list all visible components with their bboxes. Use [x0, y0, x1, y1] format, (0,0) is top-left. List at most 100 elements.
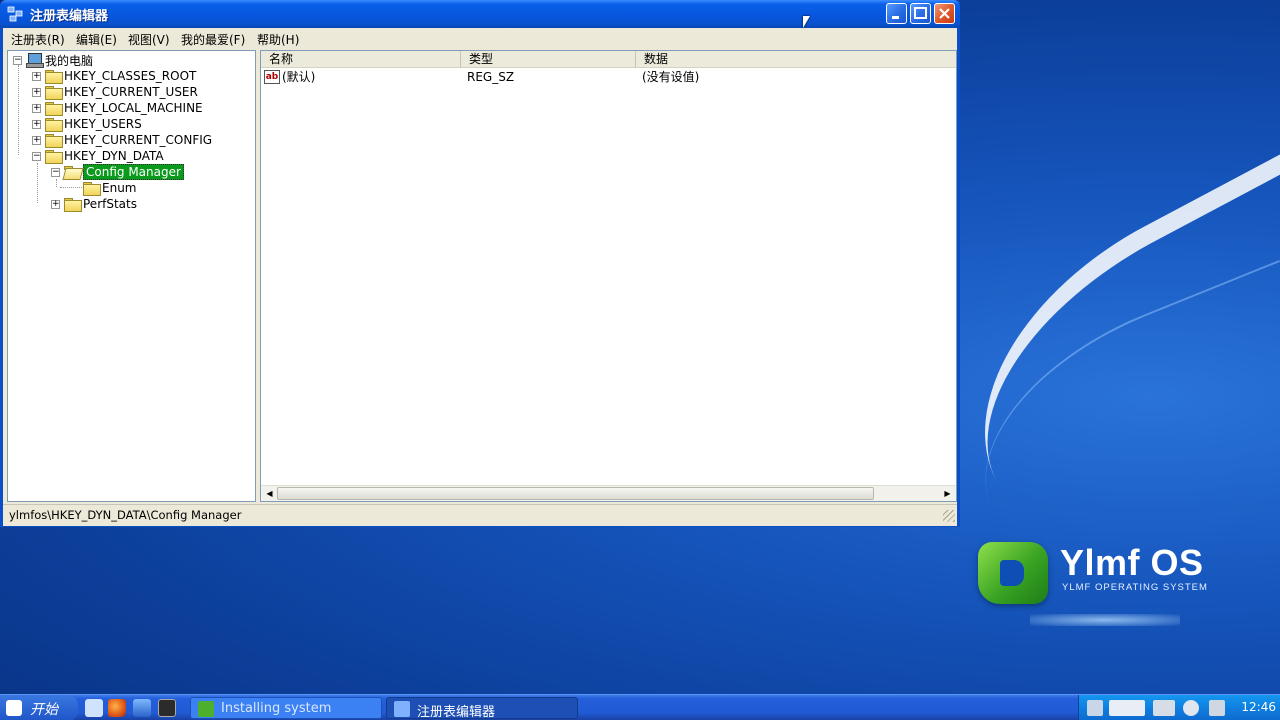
folder-icon [45, 118, 63, 132]
tree-item-hkey-current-user[interactable]: + HKEY_CURRENT_USER [32, 84, 198, 100]
firefox-icon[interactable] [108, 699, 126, 717]
logo-glow [1030, 614, 1180, 626]
status-path: ylmfos\HKEY_DYN_DATA\Config Manager [9, 508, 242, 522]
folder-icon [83, 182, 101, 196]
resize-grip[interactable] [943, 510, 955, 522]
maximize-button[interactable] [910, 3, 931, 24]
task-registry-editor[interactable]: 注册表编辑器 [386, 697, 578, 720]
tree-item-hkey-users[interactable]: + HKEY_USERS [32, 116, 142, 132]
scroll-thumb[interactable] [277, 487, 874, 500]
tree-label: HKEY_USERS [64, 117, 142, 131]
installer-icon [198, 701, 214, 717]
tree-label: HKEY_CURRENT_USER [64, 85, 198, 99]
value-type: REG_SZ [467, 70, 515, 84]
mouse-cursor [803, 16, 810, 28]
column-data[interactable]: 数据 [636, 51, 956, 68]
ylmf-logo: Ylmf OS YLMF OPERATING SYSTEM [978, 540, 1238, 610]
clock: 12:46 [1241, 700, 1276, 714]
column-type[interactable]: 类型 [461, 51, 636, 68]
show-desktop-icon[interactable] [133, 699, 151, 717]
expand-icon[interactable]: + [51, 199, 60, 209]
list-row[interactable]: ab (默认) REG_SZ (没有设值) [261, 69, 956, 86]
expand-icon[interactable]: + [32, 87, 41, 97]
string-value-icon: ab [264, 70, 280, 84]
collapse-icon[interactable]: − [32, 151, 41, 161]
expand-icon[interactable]: + [32, 71, 41, 81]
start-button[interactable]: 开始 [0, 695, 78, 720]
tree-item-enum[interactable]: Enum [83, 180, 136, 196]
tree-item-hkey-classes-root[interactable]: + HKEY_CLASSES_ROOT [32, 68, 196, 84]
scroll-right-button[interactable]: ▶ [940, 487, 955, 501]
close-icon [939, 8, 950, 19]
menu-registry[interactable]: 注册表(R) [11, 31, 65, 48]
values-list[interactable]: 名称 类型 数据 ab (默认) REG_SZ (没有设值) ◀ ▶ [260, 50, 957, 502]
task-installing-system[interactable]: Installing system [190, 697, 382, 719]
start-label: 开始 [30, 702, 58, 718]
menu-bar: 注册表(R) 编辑(E) 视图(V) 我的最爱(F) 帮助(H) [3, 28, 957, 48]
menu-edit[interactable]: 编辑(E) [76, 31, 117, 48]
tree-label: Enum [102, 181, 137, 195]
tree-label-selected: Config Manager [83, 164, 184, 180]
status-bar: ylmfos\HKEY_DYN_DATA\Config Manager [3, 504, 957, 524]
scroll-left-button[interactable]: ◀ [262, 487, 277, 501]
tree-item-hkey-current-config[interactable]: + HKEY_CURRENT_CONFIG [32, 132, 212, 148]
tree-label: HKEY_CURRENT_CONFIG [64, 133, 213, 147]
system-tray: 12:46 [1078, 695, 1280, 720]
tree-label: PerfStats [83, 197, 137, 211]
tree-label: HKEY_CLASSES_ROOT [64, 69, 197, 83]
volume-icon[interactable] [1209, 700, 1225, 716]
registry-icon [7, 6, 23, 22]
registry-icon [394, 701, 410, 717]
folder-icon [45, 150, 63, 164]
folder-icon [45, 102, 63, 116]
keyboard-layout-icon[interactable] [1109, 700, 1145, 716]
value-data: (没有设值) [642, 70, 700, 84]
taskbar: 开始 Installing system 注册表编辑器 12:46 [0, 694, 1280, 720]
tree-item-hkey-local-machine[interactable]: + HKEY_LOCAL_MACHINE [32, 100, 203, 116]
terminal-icon[interactable] [158, 699, 176, 717]
collapse-icon[interactable]: − [51, 167, 60, 177]
tree-item-my-computer[interactable]: − 我的电脑 [13, 52, 93, 68]
drive-icon[interactable] [1153, 700, 1175, 716]
expand-icon[interactable]: + [32, 103, 41, 113]
value-name: (默认) [282, 70, 316, 84]
tree-item-config-manager[interactable]: − Config Manager [51, 164, 184, 180]
folder-icon [64, 198, 82, 212]
horizontal-scrollbar[interactable]: ◀ ▶ [261, 485, 956, 501]
folder-icon [45, 86, 63, 100]
task-label: Installing system [221, 701, 332, 716]
registry-editor-window: 注册表编辑器 注册表(R) 编辑(E) 视图(V) 我的最爱(F) 帮助(H) … [0, 0, 960, 527]
task-label: 注册表编辑器 [417, 705, 496, 720]
logo-subtitle: YLMF OPERATING SYSTEM [1062, 582, 1208, 593]
list-header: 名称 类型 数据 [261, 51, 956, 68]
close-button[interactable] [934, 3, 955, 24]
collapse-icon[interactable]: − [13, 55, 22, 65]
expand-icon[interactable]: + [32, 119, 41, 129]
window-title: 注册表编辑器 [30, 9, 109, 24]
tree-label: HKEY_DYN_DATA [64, 149, 164, 163]
folder-icon [45, 134, 63, 148]
expand-icon[interactable]: + [32, 135, 41, 145]
tree-item-hkey-dyn-data[interactable]: − HKEY_DYN_DATA [32, 148, 164, 164]
minimize-icon [892, 16, 899, 19]
logo-title: Ylmf OS [1060, 542, 1204, 583]
tree-label: 我的电脑 [45, 53, 94, 68]
start-icon [6, 700, 22, 716]
tree-item-perfstats[interactable]: + PerfStats [51, 196, 137, 212]
tree-label: HKEY_LOCAL_MACHINE [64, 101, 203, 115]
column-name[interactable]: 名称 [261, 51, 461, 68]
ylmf-logo-mark [978, 542, 1048, 604]
client-area: − 我的电脑 + HKEY_CLASSES_ROOT + HKEY_CURREN… [3, 48, 957, 526]
menu-favorites[interactable]: 我的最爱(F) [181, 31, 245, 48]
title-bar[interactable]: 注册表编辑器 [0, 0, 960, 28]
open-folder-icon [64, 166, 80, 178]
registry-tree[interactable]: − 我的电脑 + HKEY_CLASSES_ROOT + HKEY_CURREN… [7, 50, 256, 502]
security-icon[interactable] [1183, 700, 1199, 716]
menu-help[interactable]: 帮助(H) [257, 31, 299, 48]
network-icon[interactable] [1087, 700, 1103, 716]
folder-icon [45, 70, 63, 84]
menu-view[interactable]: 视图(V) [128, 31, 170, 48]
browser-icon[interactable] [85, 699, 103, 717]
computer-icon [26, 53, 44, 68]
minimize-button[interactable] [886, 3, 907, 24]
